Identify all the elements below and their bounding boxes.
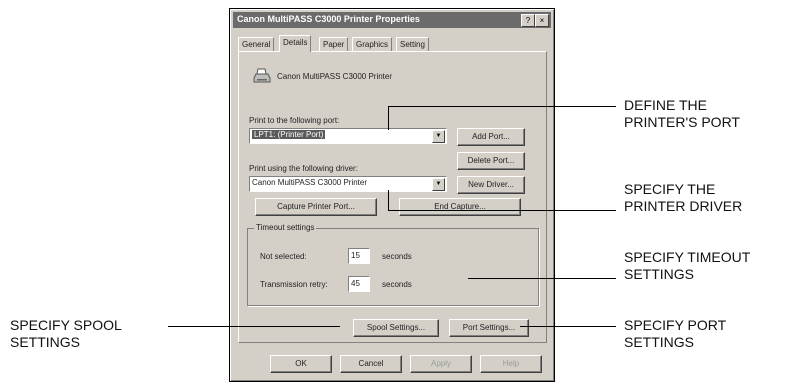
callout-port-settings-line xyxy=(520,326,616,327)
apply-button[interactable]: Apply xyxy=(410,355,472,373)
transmission-retry-label: Transmission retry: xyxy=(260,280,328,289)
chevron-down-icon[interactable]: ▼ xyxy=(432,178,445,191)
annotation-specify-spool: SPECIFY SPOOL SETTINGS xyxy=(10,317,122,350)
tab-paper[interactable]: Paper xyxy=(319,37,349,51)
spool-settings-button[interactable]: Spool Settings... xyxy=(353,319,439,337)
help-button[interactable]: ? xyxy=(521,14,535,27)
transmission-retry-input[interactable]: 45 xyxy=(348,276,370,292)
new-driver-button[interactable]: New Driver... xyxy=(457,176,525,194)
help-footer-button[interactable]: Help xyxy=(480,355,542,373)
port-label: Print to the following port: xyxy=(249,116,340,125)
annotation-specify-timeout: SPECIFY TIMEOUT SETTINGS xyxy=(624,249,751,282)
tab-graphics[interactable]: Graphics xyxy=(352,37,393,51)
tab-details[interactable]: Details xyxy=(279,35,312,52)
timeout-settings-group: Timeout settings Not selected: 15 second… xyxy=(247,223,539,306)
driver-select[interactable]: Canon MultiPASS C3000 Printer ▼ xyxy=(249,176,447,192)
callout-spool-line xyxy=(168,326,340,327)
seconds-label: seconds xyxy=(382,252,412,261)
driver-label: Print using the following driver: xyxy=(249,164,358,173)
port-select[interactable]: LPT1: (Printer Port) ▼ xyxy=(249,128,447,144)
cancel-button[interactable]: Cancel xyxy=(340,355,402,373)
tab-setting[interactable]: Setting xyxy=(396,37,429,51)
printer-icon xyxy=(253,68,271,83)
not-selected-label: Not selected: xyxy=(260,252,307,261)
title-bar: Canon MultiPASS C3000 Printer Properties… xyxy=(233,12,551,28)
not-selected-input[interactable]: 15 xyxy=(348,248,370,264)
driver-value: Canon MultiPASS C3000 Printer xyxy=(252,178,368,187)
chevron-down-icon[interactable]: ▼ xyxy=(432,130,445,143)
tab-general[interactable]: General xyxy=(238,37,275,51)
port-value: LPT1: (Printer Port) xyxy=(252,130,326,139)
seconds-label: seconds xyxy=(382,280,412,289)
callout-timeout-line xyxy=(468,278,616,279)
callout-port-vertical xyxy=(388,106,389,130)
callout-driver-vertical xyxy=(388,190,389,210)
delete-port-button[interactable]: Delete Port... xyxy=(457,152,525,170)
ok-button[interactable]: OK xyxy=(270,355,332,373)
annotation-specify-driver: SPECIFY THE PRINTER DRIVER xyxy=(624,181,743,214)
callout-port-line xyxy=(388,106,616,107)
annotation-specify-port-settings: SPECIFY PORT SETTINGS xyxy=(624,317,727,350)
add-port-button[interactable]: Add Port... xyxy=(457,128,525,146)
annotation-define-port: DEFINE THE PRINTER'S PORT xyxy=(624,97,740,130)
port-settings-button[interactable]: Port Settings... xyxy=(449,319,529,337)
capture-printer-port-button[interactable]: Capture Printer Port... xyxy=(255,198,377,216)
details-panel: Canon MultiPASS C3000 Printer Print to t… xyxy=(238,51,547,343)
timeout-settings-title: Timeout settings xyxy=(254,223,317,232)
printer-name: Canon MultiPASS C3000 Printer xyxy=(277,72,393,81)
window-title: Canon MultiPASS C3000 Printer Properties xyxy=(237,14,420,24)
callout-driver-line xyxy=(388,210,616,211)
close-button[interactable]: × xyxy=(535,14,549,27)
end-capture-button[interactable]: End Capture... xyxy=(399,198,521,216)
